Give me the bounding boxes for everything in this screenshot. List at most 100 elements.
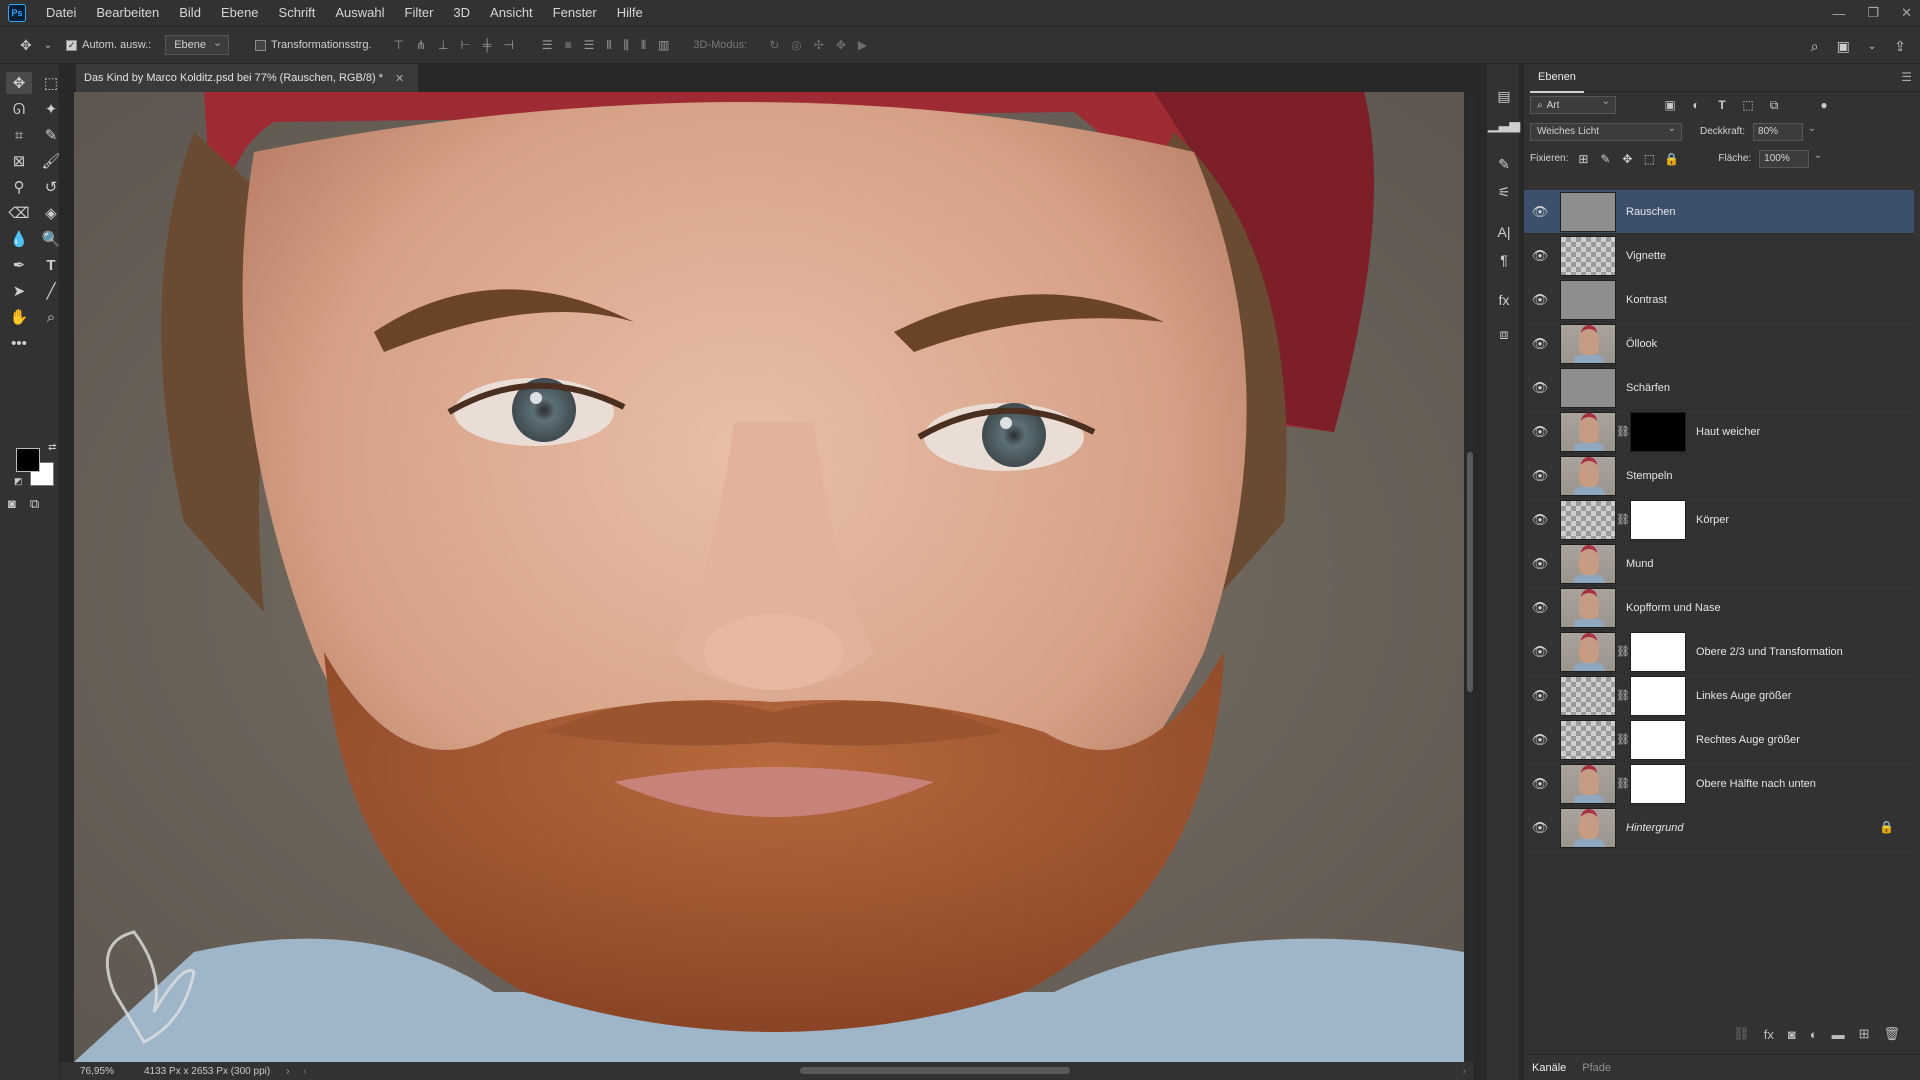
new-group-icon[interactable]: ▬	[1832, 1027, 1845, 1042]
layer-mask-thumbnail[interactable]	[1630, 411, 1686, 452]
layer-row[interactable]: 👁 ⛓ Obere Hälfte nach unten	[1524, 762, 1914, 806]
brush-tool-icon[interactable]: 🖌	[38, 150, 64, 172]
auto-align-icon[interactable]: ▥	[658, 38, 669, 53]
scroll-right-icon[interactable]: ›	[1463, 1066, 1466, 1077]
history-brush-tool-icon[interactable]: ↺	[38, 176, 64, 198]
mask-link-icon[interactable]: ⛓	[1616, 777, 1630, 790]
line-tool-icon[interactable]: ╱	[38, 280, 64, 302]
zoom-tool-icon[interactable]: ⌕	[38, 306, 64, 328]
menu-item-datei[interactable]: Datei	[36, 0, 86, 26]
visibility-eye-icon[interactable]: 👁	[1524, 688, 1556, 704]
dodge-tool-icon[interactable]: 🔍	[38, 228, 64, 250]
mask-link-icon[interactable]: ⛓	[1616, 513, 1630, 526]
layer-thumbnail[interactable]	[1560, 543, 1616, 584]
menu-item-auswahl[interactable]: Auswahl	[325, 0, 394, 26]
delete-layer-icon[interactable]: 🗑	[1883, 1026, 1900, 1042]
auto-select-target-dropdown[interactable]: Ebene	[165, 35, 230, 55]
new-adjustment-icon[interactable]: ◐	[1810, 1027, 1818, 1042]
layer-thumbnail[interactable]	[1560, 455, 1616, 496]
menu-item-bild[interactable]: Bild	[169, 0, 211, 26]
3d-camera-icon[interactable]: ▶	[858, 38, 867, 52]
path-selection-tool-icon[interactable]: ➤	[6, 280, 32, 302]
document-canvas[interactable]	[74, 92, 1464, 1062]
eraser-tool-icon[interactable]: ⌫	[6, 202, 32, 224]
quick-mask-icon[interactable]: ◙	[8, 496, 16, 512]
scroll-left-icon[interactable]: ‹	[304, 1066, 307, 1077]
layer-row[interactable]: 👁 Schärfen	[1524, 366, 1914, 410]
layer-row[interactable]: 👁 Hintergrund 🔒	[1524, 806, 1914, 850]
layer-thumbnail[interactable]	[1560, 631, 1616, 672]
layer-thumbnail[interactable]	[1560, 675, 1616, 716]
distribute-top-icon[interactable]: ☰	[542, 38, 553, 53]
lasso-tool-icon[interactable]: ᘏ	[6, 98, 32, 120]
3d-slide-icon[interactable]: ✥	[836, 38, 846, 52]
layer-filter-dropdown[interactable]: ⌕ Art	[1530, 96, 1616, 114]
filter-adjustment-icon[interactable]: ◐	[1688, 98, 1704, 112]
layer-row[interactable]: 👁 ⛓ Haut weicher	[1524, 410, 1914, 454]
adjustments-panel-icon[interactable]: ⚟	[1487, 178, 1521, 206]
layer-thumbnail[interactable]	[1560, 499, 1616, 540]
opacity-input[interactable]: 80%	[1753, 122, 1816, 141]
align-bottom-icon[interactable]: ⊥	[438, 38, 448, 52]
swap-colors-icon[interactable]: ⇄	[48, 442, 56, 453]
mask-link-icon[interactable]: ⛓	[1616, 689, 1630, 702]
align-hcenter-icon[interactable]: ╪	[483, 38, 492, 52]
type-tool-icon[interactable]: T	[38, 254, 64, 276]
layer-row[interactable]: 👁 Rauschen	[1524, 190, 1914, 234]
distribute-right-icon[interactable]: ⫴	[641, 38, 646, 53]
layer-thumbnail[interactable]	[1560, 719, 1616, 760]
transform-controls-checkbox[interactable]: Transformationsstrg.	[255, 39, 372, 51]
menu-item-3d[interactable]: 3D	[443, 0, 480, 26]
workspace-icon[interactable]: ▣	[1837, 38, 1850, 55]
fill-input[interactable]: 100%	[1759, 149, 1822, 168]
3d-rotate-icon[interactable]: ↻	[769, 38, 779, 52]
tab-paths[interactable]: Pfade	[1582, 1062, 1611, 1074]
align-right-icon[interactable]: ⊣	[503, 38, 513, 52]
filter-smart-object-icon[interactable]: ⧉	[1766, 98, 1782, 113]
menu-item-hilfe[interactable]: Hilfe	[607, 0, 653, 26]
visibility-eye-icon[interactable]: 👁	[1524, 556, 1556, 572]
filter-pixel-icon[interactable]: ▣	[1662, 98, 1678, 112]
menu-item-fenster[interactable]: Fenster	[543, 0, 607, 26]
layer-thumbnail[interactable]	[1560, 191, 1616, 232]
visibility-eye-icon[interactable]: 👁	[1524, 732, 1556, 748]
layer-row[interactable]: 👁 ⛓ Körper	[1524, 498, 1914, 542]
layer-row[interactable]: 👁 ⛓ Rechtes Auge größer	[1524, 718, 1914, 762]
new-layer-icon[interactable]: ⊞	[1859, 1026, 1870, 1042]
menu-item-filter[interactable]: Filter	[395, 0, 444, 26]
foreground-color-swatch[interactable]	[16, 448, 40, 472]
menu-item-ansicht[interactable]: Ansicht	[480, 0, 543, 26]
layer-thumbnail[interactable]	[1560, 323, 1616, 364]
mask-link-icon[interactable]: ⛓	[1616, 425, 1630, 438]
zoom-level[interactable]: 76,95%	[80, 1066, 130, 1077]
menu-item-ebene[interactable]: Ebene	[211, 0, 269, 26]
layer-thumbnail[interactable]	[1560, 807, 1616, 848]
blend-mode-dropdown[interactable]: Weiches Licht	[1530, 122, 1682, 141]
lock-pixels-icon[interactable]: ✎	[1598, 152, 1612, 166]
stamp-tool-icon[interactable]: ⚲	[6, 176, 32, 198]
close-icon[interactable]: ✕	[1901, 5, 1912, 21]
auto-select-checkbox[interactable]: ✓ Autom. ausw.:	[66, 39, 151, 51]
character-panel-icon[interactable]: A|	[1487, 218, 1521, 246]
tab-layers[interactable]: Ebenen	[1530, 63, 1584, 93]
paragraph-panel-icon[interactable]: ¶	[1487, 246, 1521, 274]
layer-thumbnail[interactable]	[1560, 367, 1616, 408]
layer-thumbnail[interactable]	[1560, 235, 1616, 276]
screen-mode-icon[interactable]: ⧉	[30, 496, 39, 512]
move-tool-icon[interactable]: ✥	[6, 72, 32, 94]
move-tool-icon[interactable]: ✥	[20, 37, 32, 54]
visibility-eye-icon[interactable]: 👁	[1524, 512, 1556, 528]
lock-transparent-icon[interactable]: ⊞	[1576, 152, 1590, 166]
layer-row[interactable]: 👁 Kontrast	[1524, 278, 1914, 322]
visibility-eye-icon[interactable]: 👁	[1524, 468, 1556, 484]
lock-position-icon[interactable]: ✥	[1620, 152, 1634, 166]
layer-mask-thumbnail[interactable]	[1630, 763, 1686, 804]
histogram-panel-icon[interactable]: ▁▃▅	[1487, 110, 1521, 138]
layer-mask-thumbnail[interactable]	[1630, 499, 1686, 540]
document-tab[interactable]: Das Kind by Marco Kolditz.psd bei 77% (R…	[76, 64, 419, 92]
blur-tool-icon[interactable]: 💧	[6, 228, 32, 250]
actions-panel-icon[interactable]: ⧈	[1487, 320, 1521, 348]
layer-row[interactable]: 👁 Stempeln	[1524, 454, 1914, 498]
layer-row[interactable]: 👁 ⛓ Linkes Auge größer	[1524, 674, 1914, 718]
align-top-icon[interactable]: ⊤	[394, 38, 404, 52]
